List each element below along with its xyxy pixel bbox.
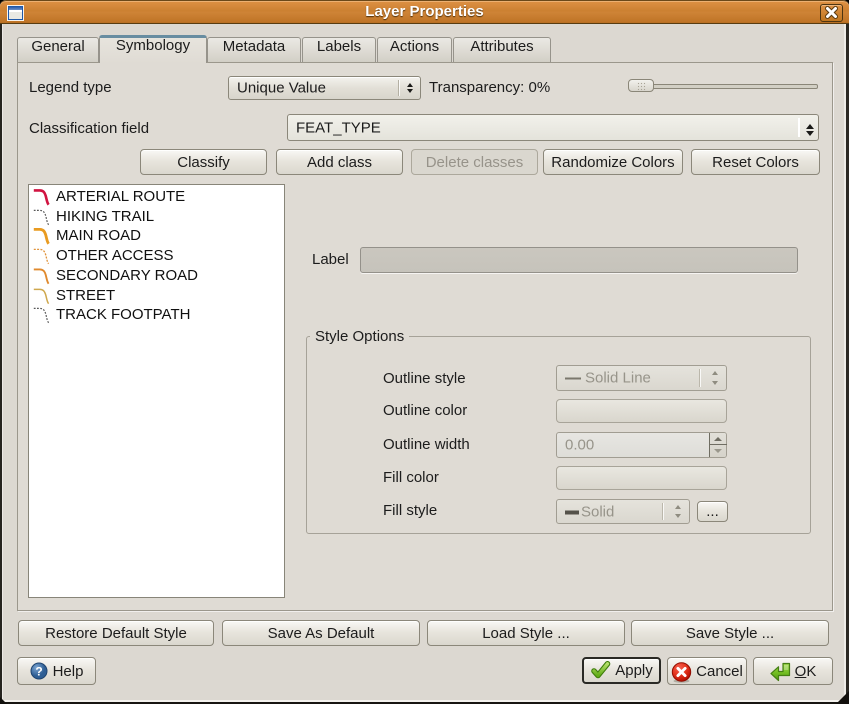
svg-text:?: ? (35, 665, 42, 679)
